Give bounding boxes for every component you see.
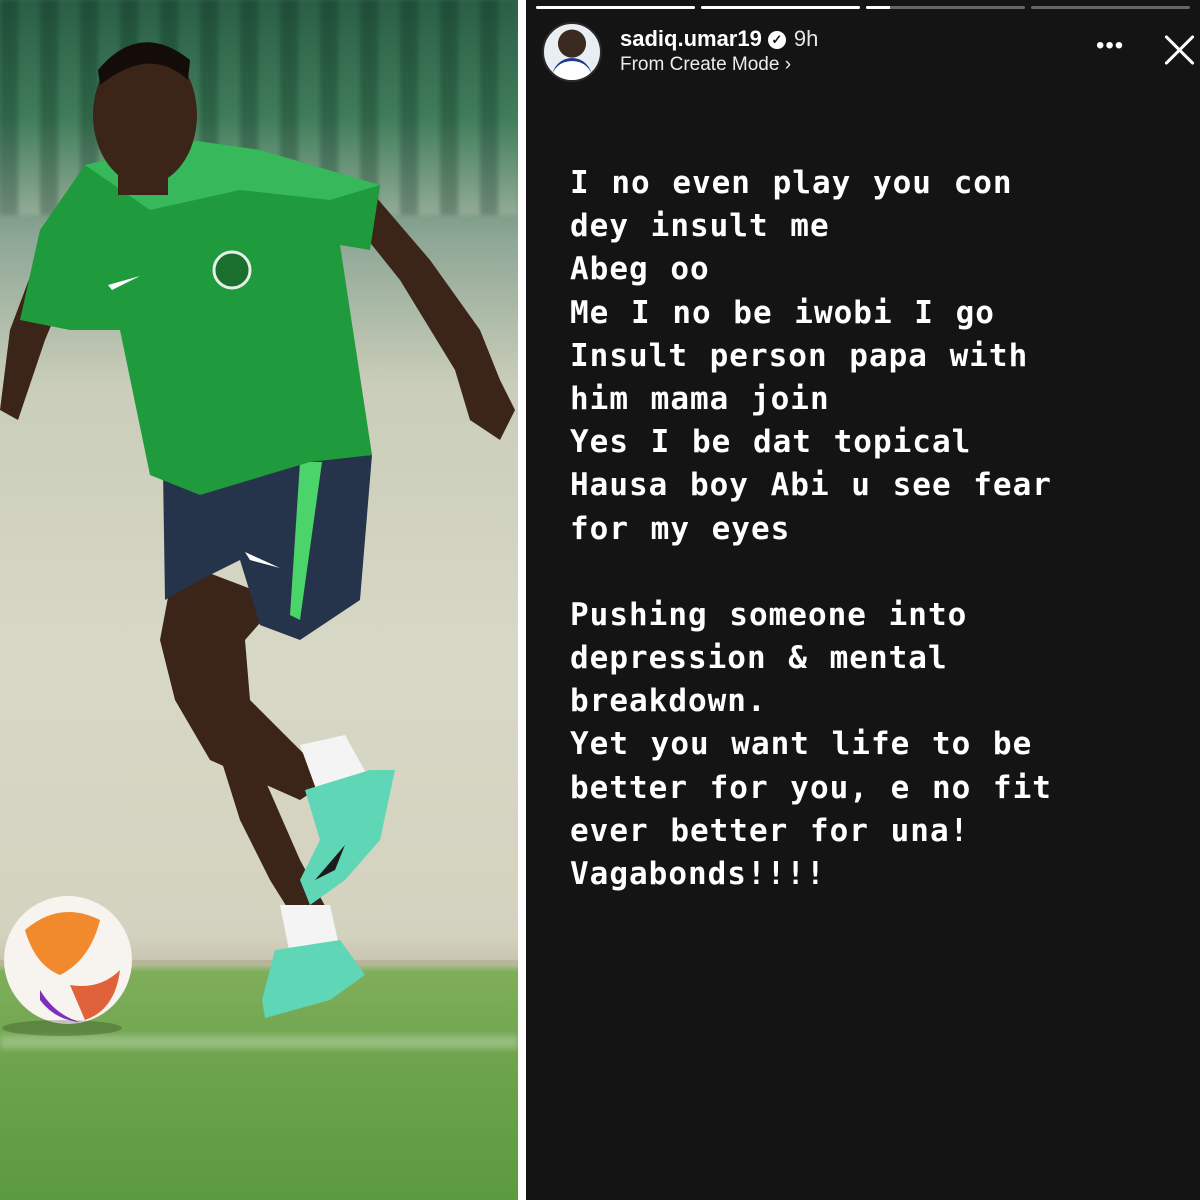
story-text-line: Hausa boy Abi u see fear xyxy=(570,467,1052,504)
timestamp: 9h xyxy=(793,26,819,51)
story-text-line xyxy=(570,551,1180,594)
story-header: sadiq.umar19 ✓ 9h From Create Mode › ••• xyxy=(542,22,1192,82)
panel-divider xyxy=(518,0,526,1200)
progress-segment xyxy=(866,6,1025,9)
story-text-line: ever better for una! xyxy=(570,812,970,849)
story-text-line: Vagabonds!!!! xyxy=(570,856,826,892)
close-icon[interactable] xyxy=(1160,30,1200,70)
progress-fill xyxy=(701,6,860,9)
progress-segment xyxy=(701,6,860,9)
story-text: I no even play you con dey insult me Abeg … xyxy=(570,162,1180,896)
progress-fill xyxy=(536,6,695,9)
story-text-line: better for you, e no fit xyxy=(570,769,1052,806)
username-row: sadiq.umar19 ✓ 9h xyxy=(620,26,818,52)
story-text-line: depression & mental xyxy=(570,640,948,677)
story-text-line: I no even play you con xyxy=(570,165,1013,201)
story-text-line: for my eyes xyxy=(570,510,791,547)
story-text-line: Yes I be dat topical xyxy=(570,424,972,461)
create-mode-link[interactable]: From Create Mode › xyxy=(620,54,791,76)
story-text-line: dey insult me xyxy=(570,208,830,245)
username[interactable]: sadiq.umar19 xyxy=(620,26,762,51)
progress-segment xyxy=(536,6,695,9)
story-text-line: Me I no be iwobi I go xyxy=(570,294,995,331)
story-panel: sadiq.umar19 ✓ 9h From Create Mode › ••• I… xyxy=(526,0,1200,1200)
story-text-line: him mama join xyxy=(570,380,830,417)
story-text-line: Yet you want life to be xyxy=(570,726,1033,763)
verified-badge-icon: ✓ xyxy=(767,31,786,49)
player-photo xyxy=(0,0,518,1200)
progress-segment xyxy=(1031,6,1190,9)
story-text-line: breakdown. xyxy=(570,683,767,720)
player-figure xyxy=(0,42,515,1036)
story-text-line: Insult person papa with xyxy=(570,337,1029,374)
story-text-line: Pushing someone into xyxy=(570,596,968,633)
story-text-line: Abeg oo xyxy=(570,251,710,288)
story-progress-bar xyxy=(536,6,1190,10)
avatar[interactable] xyxy=(542,22,602,82)
more-options-icon[interactable]: ••• xyxy=(1096,32,1124,60)
progress-fill xyxy=(866,6,890,9)
